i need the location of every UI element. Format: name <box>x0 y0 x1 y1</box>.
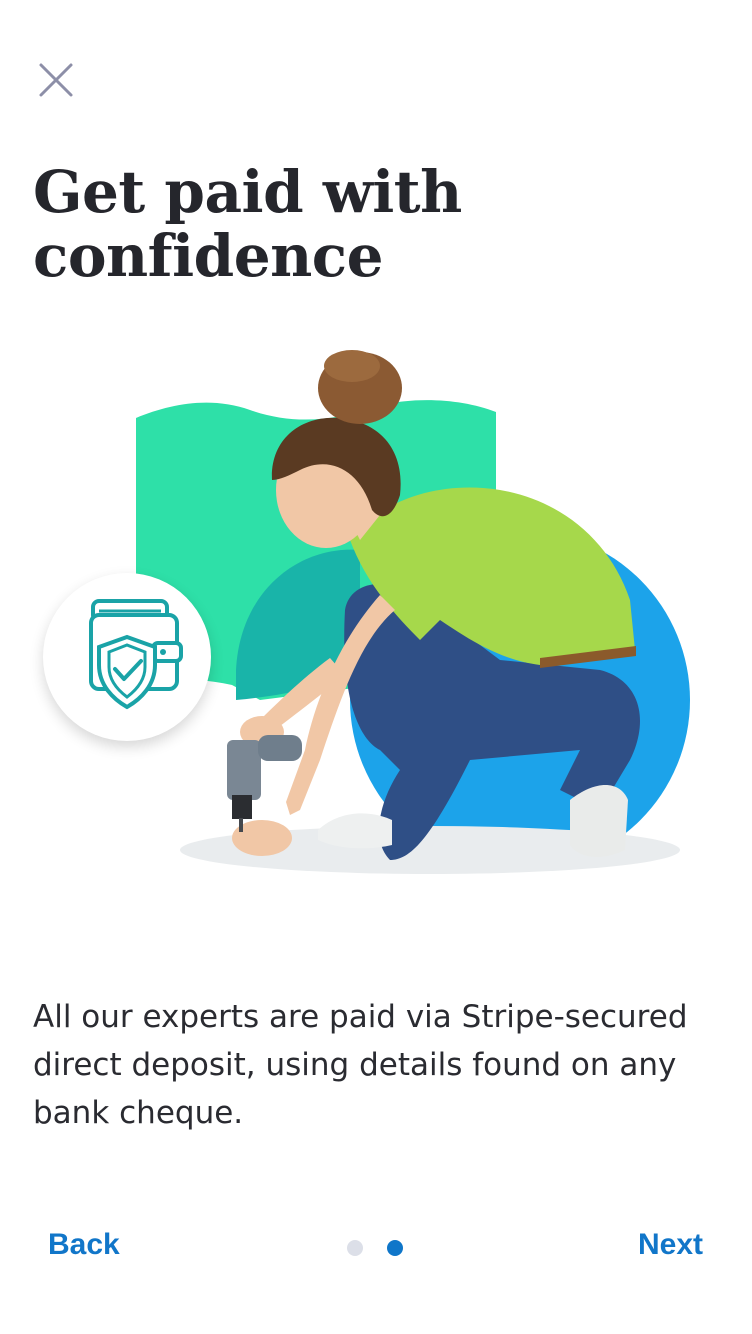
pagination-dot-2-active[interactable] <box>387 1240 403 1256</box>
wallet-shield-check-icon <box>89 599 183 710</box>
hero-illustration <box>0 340 752 920</box>
close-button[interactable] <box>34 58 78 102</box>
security-badge <box>43 573 211 741</box>
close-icon <box>39 63 73 97</box>
pagination-dots <box>347 1240 407 1256</box>
back-button[interactable]: Back <box>48 1228 120 1262</box>
pagination-dot-1[interactable] <box>347 1240 363 1256</box>
onboarding-footer: Back Next <box>0 1220 752 1280</box>
page-title: Get paid with confidence <box>33 158 462 290</box>
description-text: All our experts are paid via Stripe-secu… <box>33 999 688 1131</box>
next-button[interactable]: Next <box>638 1228 703 1262</box>
